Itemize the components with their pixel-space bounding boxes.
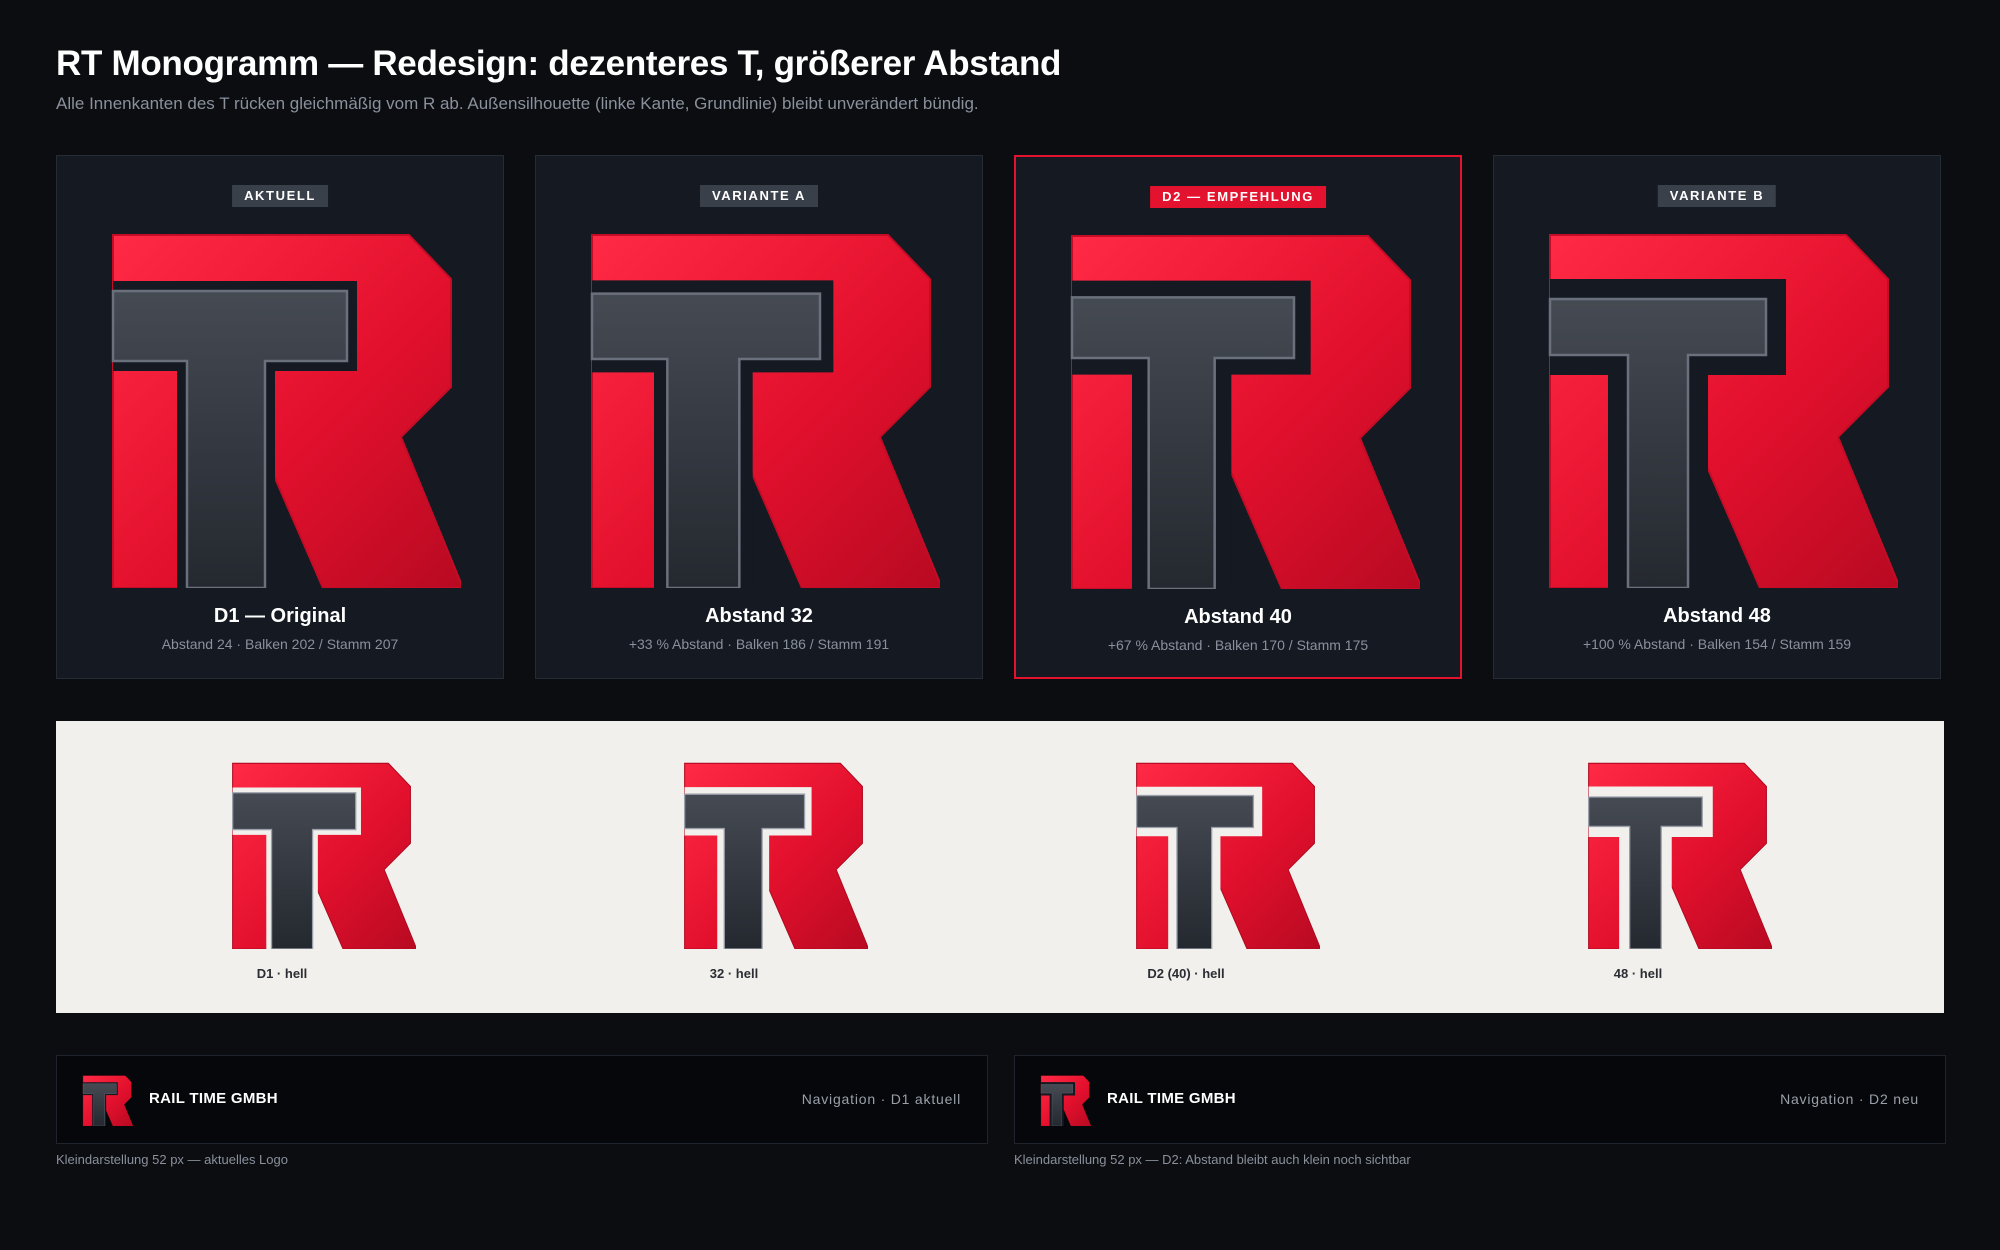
card-title: Abstand 48 <box>1663 605 1771 627</box>
navbar-preview-new: RAIL TIME GMBH Navigation · D2 neu <box>1014 1055 1946 1144</box>
card-badge: D2 — EMPFEHLUNG <box>1150 186 1326 208</box>
card-meta: +33 % Abstand · Balken 186 / Stamm 191 <box>628 636 890 652</box>
rt-monogram-logo <box>111 234 461 588</box>
rt-monogram-logo <box>1040 1075 1091 1126</box>
light-preview-label: D2 (40) · hell <box>1147 966 1225 981</box>
rt-monogram-logo <box>1548 234 1898 588</box>
light-background-preview: D1 · hell 32 · hell D2 (40) · hell 48 · … <box>56 721 1944 1013</box>
brand-name: RAIL TIME GMBH <box>149 1090 278 1107</box>
rt-monogram-logo <box>1587 762 1772 949</box>
light-preview-item: D1 · hell <box>56 757 508 997</box>
rt-monogram-logo <box>683 762 868 949</box>
card-title: Abstand 40 <box>1184 606 1292 628</box>
page-title: RT Monogramm — Redesign: dezenteres T, g… <box>56 44 1062 83</box>
card-meta: Abstand 24 · Balken 202 / Stamm 207 <box>161 636 399 652</box>
light-preview-label: 32 · hell <box>709 966 759 981</box>
navbar-caption: Kleindarstellung 52 px — D2: Abstand ble… <box>1014 1152 1411 1167</box>
variant-cards: AKTUELL D1 — Original Abstand 24 · Balke… <box>56 155 1944 681</box>
rt-monogram-logo <box>590 234 940 588</box>
nav-label: Navigation · D2 neu <box>1780 1091 1919 1107</box>
light-preview-item: 48 · hell <box>1412 757 1864 997</box>
variant-card-b[interactable]: VARIANTE B Abstand 48 +100 % Abstand · B… <box>1493 155 1941 679</box>
navbar-caption: Kleindarstellung 52 px — aktuelles Logo <box>56 1152 288 1167</box>
variant-card-d2-recommended[interactable]: D2 — EMPFEHLUNG Abstand 40 +67 % Abstand… <box>1014 155 1462 679</box>
variant-card-d1[interactable]: AKTUELL D1 — Original Abstand 24 · Balke… <box>56 155 504 679</box>
brand-name: RAIL TIME GMBH <box>1107 1090 1236 1107</box>
navbar-preview-current: RAIL TIME GMBH Navigation · D1 aktuell <box>56 1055 988 1144</box>
light-preview-label: D1 · hell <box>256 966 308 981</box>
card-title: Abstand 32 <box>705 605 813 627</box>
light-preview-item: D2 (40) · hell <box>960 757 1412 997</box>
light-preview-label: 48 · hell <box>1613 966 1663 981</box>
card-title: D1 — Original <box>213 605 347 627</box>
card-badge: AKTUELL <box>232 185 328 207</box>
rt-monogram-logo <box>1135 762 1320 949</box>
rt-monogram-logo <box>82 1075 133 1126</box>
card-badge: VARIANTE A <box>700 185 818 207</box>
light-preview-item: 32 · hell <box>508 757 960 997</box>
card-badge: VARIANTE B <box>1657 185 1777 207</box>
page-subtitle: Alle Innenkanten des T rücken gleichmäßi… <box>56 94 979 113</box>
nav-label: Navigation · D1 aktuell <box>801 1091 961 1107</box>
card-meta: +67 % Abstand · Balken 170 / Stamm 175 <box>1107 637 1369 653</box>
rt-monogram-logo <box>1070 235 1420 589</box>
rt-monogram-logo <box>231 762 416 949</box>
variant-card-a[interactable]: VARIANTE A Abstand 32 +33 % Abstand · Ba… <box>535 155 983 679</box>
card-meta: +100 % Abstand · Balken 154 / Stamm 159 <box>1582 636 1852 652</box>
